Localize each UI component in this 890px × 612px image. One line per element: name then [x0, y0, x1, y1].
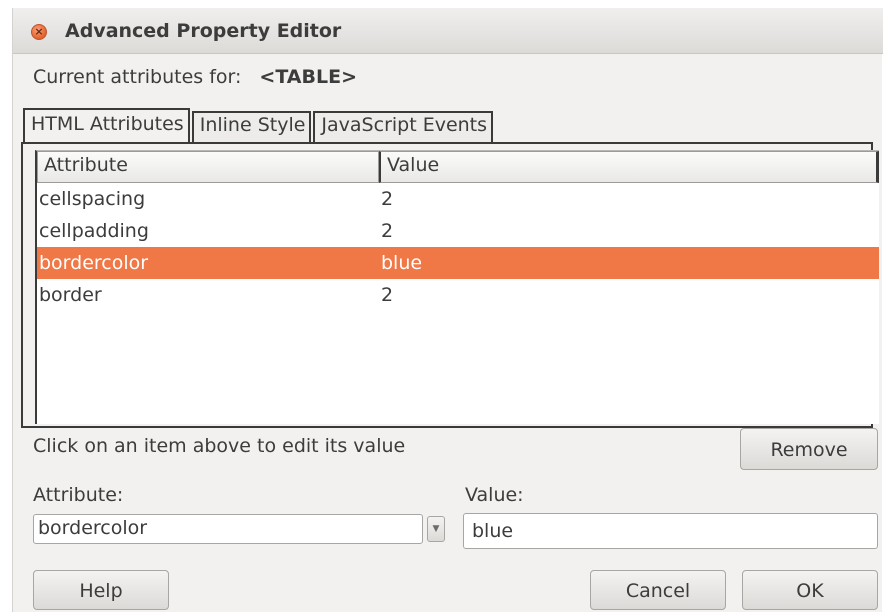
close-icon[interactable]: × — [31, 24, 47, 40]
attribute-label: Attribute: — [33, 484, 124, 506]
value-label: Value: — [465, 484, 524, 506]
ok-button[interactable]: OK — [742, 570, 878, 610]
attribute-combobox[interactable]: bordercolor — [33, 514, 423, 544]
tab-bar: HTML Attributes Inline Style JavaScript … — [23, 108, 495, 145]
help-button[interactable]: Help — [33, 570, 169, 610]
attributes-table: Attribute Value cellspacing 2 cellpaddin… — [35, 150, 879, 424]
row-value: 2 — [381, 284, 394, 306]
row-value: 2 — [381, 188, 394, 210]
row-value: blue — [381, 252, 423, 274]
row-value: 2 — [381, 220, 394, 242]
column-header-attribute[interactable]: Attribute — [37, 151, 379, 183]
advanced-property-editor-dialog: × Advanced Property Editor Current attri… — [12, 8, 883, 612]
table-row[interactable]: border 2 — [37, 279, 879, 311]
tab-html-attributes[interactable]: HTML Attributes — [23, 108, 190, 145]
table-row[interactable]: cellpadding 2 — [37, 215, 879, 247]
current-element-tag: <TABLE> — [259, 66, 358, 88]
value-input[interactable]: blue — [463, 513, 878, 549]
current-attributes-row: Current attributes for: <TABLE> — [33, 66, 357, 88]
remove-button[interactable]: Remove — [740, 428, 878, 470]
row-attribute: cellpadding — [39, 220, 149, 242]
cancel-button[interactable]: Cancel — [590, 570, 726, 610]
tab-javascript-events[interactable]: JavaScript Events — [313, 111, 494, 142]
edit-hint-text: Click on an item above to edit its value — [33, 435, 406, 457]
row-attribute: cellspacing — [39, 188, 146, 210]
table-header: Attribute Value — [37, 151, 879, 183]
table-row[interactable]: cellspacing 2 — [37, 183, 879, 215]
row-attribute: border — [39, 284, 102, 306]
column-header-value[interactable]: Value — [379, 151, 879, 183]
table-row-selected[interactable]: bordercolor blue — [37, 247, 879, 279]
title-bar: × Advanced Property Editor — [13, 8, 883, 54]
chevron-down-icon[interactable]: ▼ — [427, 516, 445, 542]
window-title: Advanced Property Editor — [65, 20, 342, 42]
tab-inline-style[interactable]: Inline Style — [191, 111, 312, 142]
current-attributes-label: Current attributes for: — [33, 66, 242, 88]
tab-panel: Attribute Value cellspacing 2 cellpaddin… — [21, 142, 879, 428]
row-attribute: bordercolor — [39, 252, 149, 274]
table-body: cellspacing 2 cellpadding 2 bordercolor … — [37, 183, 879, 311]
